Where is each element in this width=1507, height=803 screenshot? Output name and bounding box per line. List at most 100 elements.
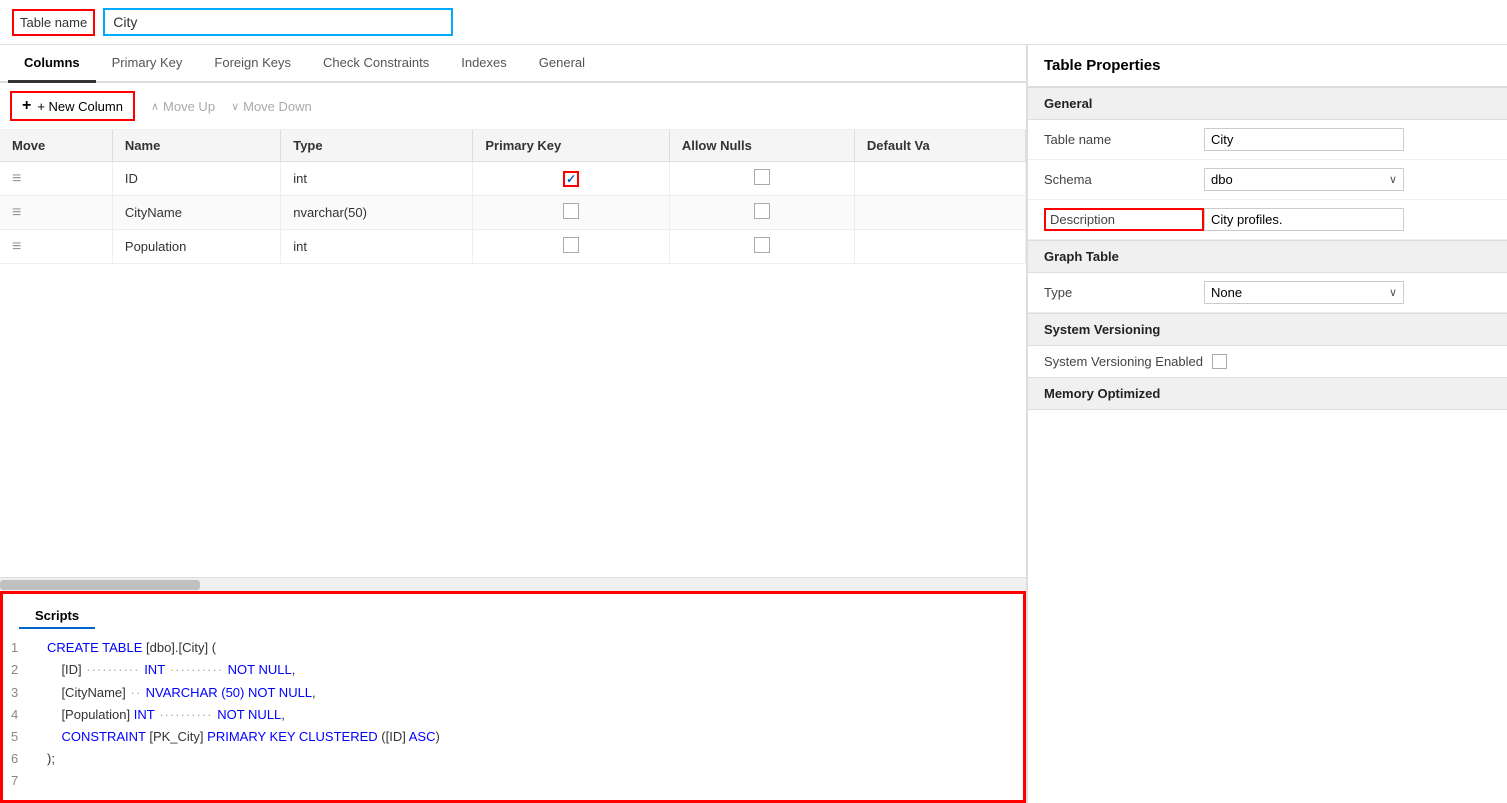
move-handle-icon[interactable]: ≡ (12, 170, 21, 187)
right-panel: Table Properties General Table name Sche… (1027, 45, 1507, 803)
script-code: [CityName] ·· NVARCHAR (50) NOT NULL, (47, 682, 316, 704)
description-prop-input[interactable] (1204, 208, 1404, 231)
row-primary-key[interactable]: ✓ (473, 162, 669, 196)
script-code: ); (47, 748, 55, 770)
description-prop-label: Description (1044, 208, 1204, 231)
horizontal-scrollbar[interactable] (0, 577, 1026, 591)
move-down-button[interactable]: ∨ Move Down (231, 99, 312, 114)
plus-icon: + (22, 97, 31, 115)
type-select[interactable]: None ∨ (1204, 281, 1404, 304)
scrollbar-thumb[interactable] (0, 580, 200, 590)
row-allow-nulls[interactable] (669, 162, 854, 196)
col-header-allow-nulls: Allow Nulls (669, 130, 854, 162)
row-type[interactable]: int (281, 230, 473, 264)
script-code: [Population] INT ·········· NOT NULL, (47, 704, 285, 726)
toolbar: + + New Column ∧ Move Up ∨ Move Down (0, 83, 1026, 130)
type-prop-row: Type None ∨ (1028, 273, 1507, 313)
scripts-panel: Scripts 1 CREATE TABLE [dbo].[City] ( 2 … (0, 591, 1026, 803)
col-header-primary-key: Primary Key (473, 130, 669, 162)
tab-bar: Columns Primary Key Foreign Keys Check C… (0, 45, 1026, 83)
script-code: CONSTRAINT [PK_City] PRIMARY KEY CLUSTER… (47, 726, 440, 748)
col-header-move: Move (0, 130, 112, 162)
row-primary-key[interactable] (473, 230, 669, 264)
line-number: 4 (11, 704, 31, 726)
description-prop-value (1204, 208, 1491, 231)
main-area: Columns Primary Key Foreign Keys Check C… (0, 45, 1507, 803)
row-primary-key[interactable] (473, 196, 669, 230)
line-number: 5 (11, 726, 31, 748)
schema-prop-value: dbo ∨ (1204, 168, 1491, 191)
system-versioning-checkbox[interactable] (1212, 354, 1227, 369)
row-move[interactable]: ≡ (0, 196, 112, 230)
schema-prop-label: Schema (1044, 172, 1204, 187)
allow-nulls-checkbox[interactable] (754, 237, 770, 253)
col-header-default-val: Default Va (854, 130, 1025, 162)
move-down-label: Move Down (243, 99, 312, 114)
script-line-2: 2 [ID] ·········· INT ·········· NOT NUL… (11, 659, 1015, 681)
tab-foreign-keys[interactable]: Foreign Keys (198, 45, 307, 83)
tab-check-constraints[interactable]: Check Constraints (307, 45, 445, 83)
table-name-input[interactable] (103, 8, 453, 36)
row-type[interactable]: int (281, 162, 473, 196)
col-header-name: Name (112, 130, 280, 162)
graph-table-section-header: Graph Table (1028, 240, 1507, 273)
scripts-title: Scripts (19, 600, 95, 629)
memory-optimized-section-header: Memory Optimized (1028, 377, 1507, 410)
script-code: [ID] ·········· INT ·········· NOT NULL, (47, 659, 295, 681)
primary-key-checkbox[interactable] (563, 237, 579, 253)
tab-general[interactable]: General (523, 45, 601, 83)
script-code: CREATE TABLE [dbo].[City] ( (47, 637, 216, 659)
columns-table: Move Name Type Primary Key Allow Nulls D… (0, 130, 1026, 264)
row-allow-nulls[interactable] (669, 196, 854, 230)
chevron-down-icon: ∨ (1389, 286, 1397, 299)
move-down-icon: ∨ (231, 100, 239, 113)
checkmark-icon: ✓ (566, 172, 576, 186)
table-row: ≡ ID int ✓ (0, 162, 1026, 196)
row-default (854, 162, 1025, 196)
schema-prop-row: Schema dbo ∨ (1028, 160, 1507, 200)
row-move[interactable]: ≡ (0, 162, 112, 196)
system-versioning-section-header: System Versioning (1028, 313, 1507, 346)
tab-primary-key[interactable]: Primary Key (96, 45, 199, 83)
table-row: ≡ Population int (0, 230, 1026, 264)
row-move[interactable]: ≡ (0, 230, 112, 264)
move-handle-icon[interactable]: ≡ (12, 238, 21, 255)
line-number: 1 (11, 637, 31, 659)
left-panel: Columns Primary Key Foreign Keys Check C… (0, 45, 1027, 803)
row-allow-nulls[interactable] (669, 230, 854, 264)
script-code (47, 770, 51, 792)
line-number: 6 (11, 748, 31, 770)
new-column-label: + New Column (37, 99, 123, 114)
row-name[interactable]: CityName (112, 196, 280, 230)
schema-select-value: dbo (1211, 172, 1233, 187)
table-name-prop-input[interactable] (1204, 128, 1404, 151)
col-header-type: Type (281, 130, 473, 162)
script-line-1: 1 CREATE TABLE [dbo].[City] ( (11, 637, 1015, 659)
allow-nulls-checkbox[interactable] (754, 169, 770, 185)
primary-key-checkbox[interactable] (563, 203, 579, 219)
type-prop-label: Type (1044, 285, 1204, 300)
tab-columns[interactable]: Columns (8, 45, 96, 83)
table-name-prop-value (1204, 128, 1491, 151)
move-up-icon: ∧ (151, 100, 159, 113)
primary-key-checkbox-checked[interactable]: ✓ (563, 171, 579, 187)
table-row: ≡ CityName nvarchar(50) (0, 196, 1026, 230)
move-handle-icon[interactable]: ≡ (12, 204, 21, 221)
allow-nulls-checkbox[interactable] (754, 203, 770, 219)
system-versioning-enabled-label: System Versioning Enabled (1044, 354, 1204, 369)
move-up-button[interactable]: ∧ Move Up (151, 99, 215, 114)
line-number: 3 (11, 682, 31, 704)
new-column-button[interactable]: + + New Column (10, 91, 135, 121)
row-type[interactable]: nvarchar(50) (281, 196, 473, 230)
schema-select[interactable]: dbo ∨ (1204, 168, 1404, 191)
row-name[interactable]: Population (112, 230, 280, 264)
type-prop-value: None ∨ (1204, 281, 1491, 304)
top-bar: Table name (0, 0, 1507, 45)
row-name[interactable]: ID (112, 162, 280, 196)
right-panel-title: Table Properties (1028, 45, 1507, 87)
move-up-label: Move Up (163, 99, 215, 114)
script-line-5: 5 CONSTRAINT [PK_City] PRIMARY KEY CLUST… (11, 726, 1015, 748)
row-default (854, 230, 1025, 264)
general-section-header: General (1028, 87, 1507, 120)
tab-indexes[interactable]: Indexes (445, 45, 523, 83)
